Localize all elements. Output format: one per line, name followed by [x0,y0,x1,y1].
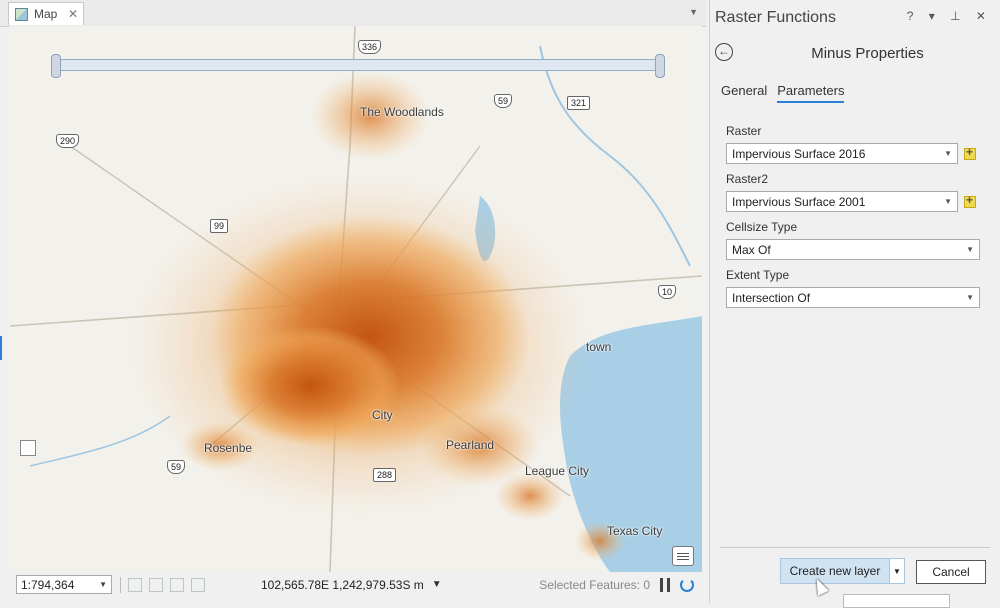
pause-icon[interactable] [660,577,670,592]
time-slider[interactable] [51,54,665,78]
cellsize-type-value: Max Of [732,242,771,257]
chevron-down-icon: ▼ [944,197,952,206]
place-label-town: town [586,340,612,354]
table-icon[interactable] [170,577,184,592]
extent-type-value: Intersection Of [732,290,811,305]
map-canvas [10,26,702,572]
scale-value: 1:794,364 [21,577,75,592]
chevron-down-icon[interactable]: ▼ [432,579,442,590]
highway-shield-336: 336 [358,40,382,54]
river [29,415,171,467]
selected-features-count[interactable]: Selected Features: 0 [539,578,650,592]
document-tab-strip: Map ✕ ▼ [0,0,706,27]
cancel-button[interactable]: Cancel [916,560,986,584]
coordinate-readout: 102,565.78E 1,242,979.53S m [261,577,424,592]
place-label-city: City [372,408,393,422]
raster2-select[interactable]: Impervious Surface 2001 ▼ [726,191,958,212]
pane-title: Raster Functions [715,9,836,26]
highway-shield-290: 290 [56,134,80,148]
map-view[interactable]: The Woodlands town City Rosenbe Pearland… [10,26,702,572]
divider [120,576,121,593]
side-panel-marker [0,336,2,360]
chevron-down-icon[interactable]: ▼ [689,7,698,17]
refresh-icon[interactable] [680,577,694,592]
chevron-down-icon: ▼ [99,580,107,589]
raster-select[interactable]: Impervious Surface 2016 ▼ [726,143,958,164]
properties-title: Minus Properties [811,45,924,62]
highway-shield-99: 99 [210,219,229,233]
raster-value: Impervious Surface 2016 [732,146,866,161]
raster-functions-pane: Raster Functions ? ▾ ⊥ ✕ ← Minus Propert… [709,0,1000,608]
highway-shield-59-north: 59 [494,94,513,108]
place-label-rosenberg: Rosenbe [204,441,253,455]
keyboard-icon[interactable] [672,546,694,566]
time-slider-start-handle[interactable] [51,54,61,78]
snapping-icon[interactable] [149,577,163,592]
time-slider-end-handle[interactable] [655,54,665,78]
place-label-pearland: Pearland [446,438,495,452]
tooltip [843,594,950,608]
cellsize-type-select[interactable]: Max Of ▼ [726,239,980,260]
highway-shield-10: 10 [658,285,677,299]
highway-shield-288: 288 [373,468,397,482]
extent-type-label: Extent Type [726,268,790,282]
tab-map[interactable]: Map ✕ [8,2,84,25]
highway-shield-59-south: 59 [167,460,186,474]
river [539,45,691,267]
tab-parameters[interactable]: Parameters [777,83,845,103]
grid-icon[interactable] [128,577,142,592]
raster2-label: Raster2 [726,172,769,186]
create-new-layer-label: Create new layer [789,564,881,578]
close-icon[interactable]: ✕ [68,7,78,21]
chevron-down-icon: ▼ [944,149,952,158]
map-icon [15,7,28,21]
chevron-down-icon: ▼ [966,293,974,302]
pane-window-controls[interactable]: ? ▾ ⊥ ✕ [907,9,992,23]
map-corner-handle[interactable] [20,440,36,456]
extent-type-select[interactable]: Intersection Of ▼ [726,287,980,308]
parameters-form: Raster Impervious Surface 2016 ▼ Raster2… [726,124,982,316]
chevron-down-icon: ▼ [966,245,974,254]
place-label-league-city: League City [525,464,590,478]
scale-select[interactable]: 1:794,364 ▼ [16,575,112,594]
raster2-value: Impervious Surface 2001 [732,194,866,209]
map-status-bar: 1:794,364 ▼ 102,565.78E 1,242,979.53S m … [10,572,702,597]
raster-label: Raster [726,124,762,138]
properties-tabs: General Parameters [721,83,845,103]
highway-shield-321: 321 [567,96,591,110]
cellsize-type-label: Cellsize Type [726,220,798,234]
tab-general[interactable]: General [721,83,767,103]
divider [720,547,990,548]
chevron-down-icon[interactable]: ▼ [889,559,904,583]
place-label-the-woodlands: The Woodlands [360,105,444,119]
place-label-texas-city: Texas City [607,524,663,538]
add-raster-icon[interactable] [964,145,976,160]
flip-icon[interactable] [191,577,205,592]
add-raster2-icon[interactable] [964,193,976,208]
tab-map-label: Map [34,7,58,21]
create-new-layer-button[interactable]: Create new layer ▼ [780,558,905,584]
